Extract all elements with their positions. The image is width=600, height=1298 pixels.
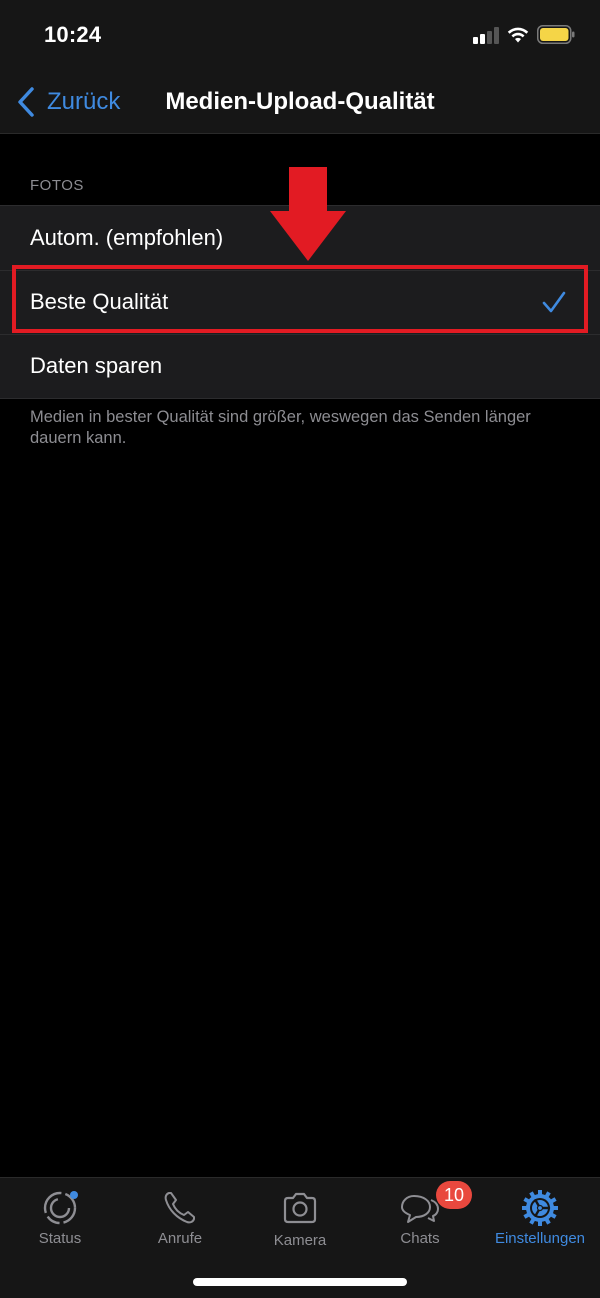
wifi-icon (507, 27, 529, 43)
battery-icon (537, 25, 575, 44)
tab-label: Chats (400, 1230, 440, 1247)
tab-camera[interactable]: Kamera (240, 1178, 360, 1258)
option-data-saver[interactable]: Daten sparen (0, 334, 600, 398)
tab-label: Status (38, 1230, 82, 1247)
chevron-left-icon (18, 87, 34, 117)
navigation-bar: Medien-Upload-Qualität Zurück (0, 72, 600, 134)
tab-calls[interactable]: Anrufe (120, 1178, 240, 1258)
tab-settings[interactable]: Einstellungen (480, 1178, 600, 1258)
section-header-fotos: FOTOS (30, 177, 84, 194)
home-indicator[interactable] (193, 1278, 407, 1286)
status-icon (43, 1191, 78, 1225)
settings-icon (522, 1190, 558, 1226)
status-time: 10:24 (44, 22, 102, 47)
tab-label: Anrufe (157, 1230, 203, 1247)
camera-icon (283, 1192, 317, 1224)
option-label: Autom. (empfohlen) (30, 225, 224, 250)
option-label: Daten sparen (30, 353, 163, 378)
option-best-quality[interactable]: Beste Qualität (0, 270, 600, 334)
status-bar: 10:24 (0, 0, 600, 72)
photo-quality-options: Autom. (empfohlen) Beste Qualität Daten … (0, 205, 600, 399)
option-label: Beste Qualität (30, 289, 169, 314)
option-auto[interactable]: Autom. (empfohlen) (0, 206, 600, 270)
tab-label: Kamera (273, 1232, 327, 1249)
phone-icon (164, 1192, 195, 1224)
chats-unread-badge: 10 (436, 1181, 472, 1209)
checkmark-icon (542, 291, 566, 313)
back-button[interactable]: Zurück (16, 85, 120, 119)
tab-label: Einstellungen (494, 1230, 586, 1247)
section-footer-note: Medien in bester Qualität sind größer, w… (30, 408, 531, 447)
back-label: Zurück (47, 88, 121, 115)
tab-status[interactable]: Status (0, 1178, 120, 1258)
cellular-signal-icon (473, 27, 499, 44)
